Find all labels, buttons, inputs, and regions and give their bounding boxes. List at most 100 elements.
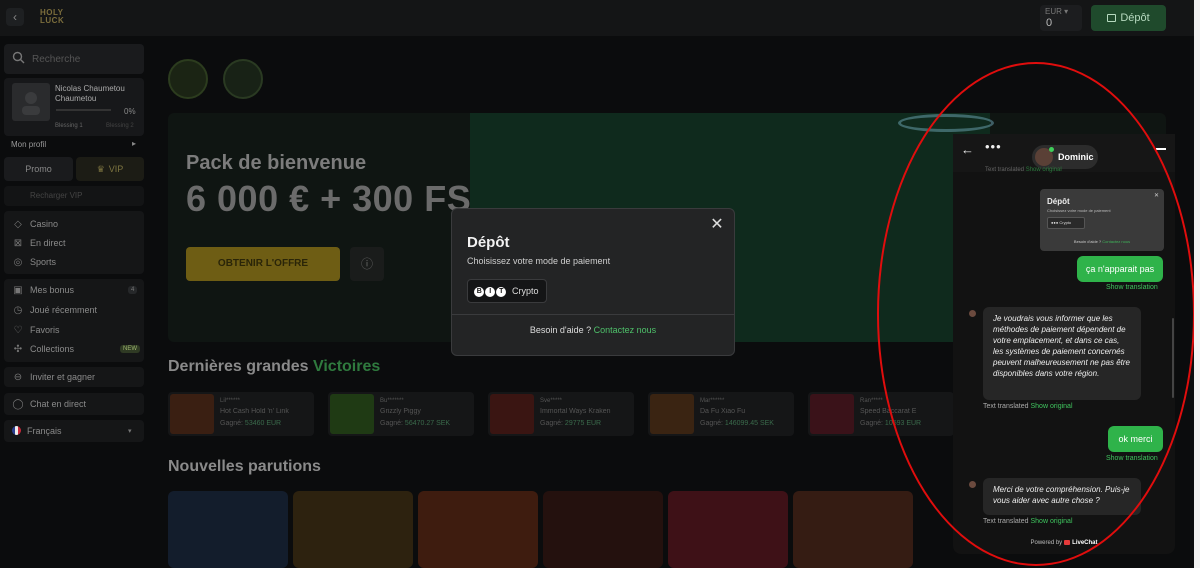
close-icon[interactable]: ✕ — [709, 217, 725, 233]
language-selector[interactable]: Français ▾ — [4, 420, 144, 442]
big-win-card[interactable]: Mar****** Da Fu Xiao Fu Gagné: 146099.45 S… — [648, 392, 794, 436]
wallet-icon — [1107, 14, 1117, 22]
game-thumbnail — [490, 394, 534, 434]
big-wins-title: Dernières grandes Victoires — [168, 358, 380, 376]
level-current: Blessing 1 — [55, 123, 83, 129]
win-user: Mar****** — [700, 398, 725, 404]
game-thumbnail — [330, 394, 374, 434]
logo-line-2: LUCK — [40, 16, 65, 25]
nav-bonuses[interactable]: ▣ Mes bonus — [12, 283, 74, 297]
big-win-card[interactable]: Lil****** Hot Cash Hold 'n' Link Gagné: 53… — [168, 392, 314, 436]
modal-title: Dépôt — [467, 234, 510, 251]
clock-icon: ◷ — [13, 305, 23, 316]
new-release-tile[interactable] — [793, 491, 913, 568]
nav-invite[interactable]: ⊖ Inviter et gagner — [4, 367, 144, 387]
win-amount-value: 56470.27 SEK — [404, 420, 451, 427]
language-label: Français — [27, 426, 62, 436]
nav-sports[interactable]: ◎ Sports — [12, 255, 56, 269]
contact-us-link[interactable]: Contactez nous — [594, 325, 657, 335]
info-icon[interactable]: ⓘ — [350, 247, 384, 281]
nav-favorites[interactable]: ♡ Favoris — [12, 323, 60, 337]
modal-divider — [451, 314, 735, 315]
win-amount: Gagné: 56470.27 SEK — [380, 420, 450, 427]
big-win-card[interactable]: Sve***** Immortal Ways Kraken Gagné: 29775… — [488, 392, 634, 436]
nav-livechat[interactable]: ◯ Chat en direct — [4, 393, 144, 415]
chevron-right-icon: ▸ — [132, 139, 137, 148]
win-label: Gagné: — [860, 420, 883, 427]
win-amount-value: 146099.45 SEK — [724, 420, 774, 427]
modal-help-text: Besoin d'aide ? — [529, 325, 592, 335]
get-offer-button[interactable]: OBTENIR L'OFFRE — [186, 247, 340, 281]
top-bar — [0, 0, 1200, 36]
vip-button[interactable]: ♛ VIP — [76, 157, 144, 181]
win-label: Gagné: — [380, 420, 403, 427]
search-input[interactable]: Recherche — [4, 44, 144, 74]
nav-casino[interactable]: ◇ Casino — [12, 217, 58, 231]
search-icon — [12, 51, 26, 65]
annotation-ellipse — [877, 62, 1195, 566]
win-user: Ran***** — [860, 398, 883, 404]
win-user: Lil****** — [220, 398, 241, 404]
nav-collections-label: Collections — [30, 344, 75, 354]
nav-collections[interactable]: ✣ Collections — [12, 342, 74, 356]
invite-icon: ⊖ — [13, 372, 23, 383]
deposit-button[interactable]: Dépôt — [1091, 5, 1166, 31]
bitcoin-logo-icon: BIT — [474, 286, 507, 297]
game-thumbnail — [810, 394, 854, 434]
page-edge — [1194, 0, 1200, 568]
balance-selector[interactable]: EUR ▾ 0 — [1040, 5, 1082, 31]
new-release-tile[interactable] — [168, 491, 288, 568]
new-releases-title: Nouvelles parutions — [168, 458, 321, 475]
payment-method-crypto[interactable]: BIT Crypto — [467, 279, 547, 303]
win-game: Hot Cash Hold 'n' Link — [220, 408, 289, 415]
logo[interactable]: HOLY LUCK — [36, 9, 98, 25]
win-amount-value: 29775 EUR — [564, 420, 602, 427]
level-progress-bar — [56, 109, 111, 111]
level-percent: 0% — [124, 107, 136, 116]
promo-button[interactable]: Promo — [4, 157, 73, 181]
minimize-icon[interactable] — [1156, 148, 1166, 150]
win-game: Da Fu Xiao Fu — [700, 408, 746, 415]
nav-recent[interactable]: ◷ Joué récemment — [12, 303, 97, 317]
bonus-count: 4 — [128, 286, 138, 294]
gift-icon: ▣ — [13, 285, 23, 296]
win-user: Sve***** — [540, 398, 563, 404]
search-placeholder: Recherche — [32, 54, 81, 65]
win-amount: Gagné: 53460 EUR — [220, 420, 281, 427]
crown-icon: ♛ — [96, 164, 105, 174]
game-thumbnail — [170, 394, 214, 434]
balance-amount: 0 — [1046, 17, 1053, 29]
nav-casino-label: Casino — [30, 219, 59, 229]
win-game: Grizzly Piggy — [380, 408, 421, 415]
win-label: Gagné: — [220, 420, 243, 427]
balance-currency: EUR ▾ — [1045, 7, 1069, 16]
banner-amount: 6 000 € + 300 FS — [186, 178, 472, 219]
win-amount: Gagné: 29775 EUR — [540, 420, 601, 427]
new-release-tile[interactable] — [293, 491, 413, 568]
win-user: Bu******* — [380, 398, 404, 404]
recharge-vip[interactable]: Recharger VIP — [4, 186, 144, 206]
back-button[interactable]: ‹ — [6, 8, 24, 26]
nav-invite-item[interactable]: ⊖ Inviter et gagner — [12, 370, 95, 384]
profile-link[interactable]: Mon profil — [11, 140, 46, 149]
flag-fr-icon — [12, 426, 21, 435]
sports-icon: ◎ — [13, 257, 23, 268]
big-wins-title-accent: Victoires — [312, 358, 381, 375]
win-amount-value: 53460 EUR — [244, 420, 282, 427]
nav-bonuses-label: Mes bonus — [30, 285, 75, 295]
language-item[interactable]: Français — [12, 424, 62, 438]
new-release-tile[interactable] — [418, 491, 538, 568]
new-release-tile[interactable] — [668, 491, 788, 568]
win-amount: Gagné: 146099.45 SEK — [700, 420, 774, 427]
nav-live[interactable]: ⊠ En direct — [12, 236, 66, 250]
nav-livechat-label: Chat en direct — [30, 399, 87, 409]
new-release-tile[interactable] — [543, 491, 663, 568]
win-game: Immortal Ways Kraken — [540, 408, 611, 415]
nav-livechat-item[interactable]: ◯ Chat en direct — [12, 397, 86, 411]
big-wins-title-text: Dernières grandes — [168, 358, 309, 375]
big-win-card[interactable]: Bu******* Grizzly Piggy Gagné: 56470.27 SE… — [328, 392, 474, 436]
collections-icon: ✣ — [13, 344, 23, 355]
provider-icon-2[interactable] — [223, 59, 263, 99]
provider-icon-1[interactable] — [168, 59, 208, 99]
new-badge: NEW — [120, 345, 140, 353]
